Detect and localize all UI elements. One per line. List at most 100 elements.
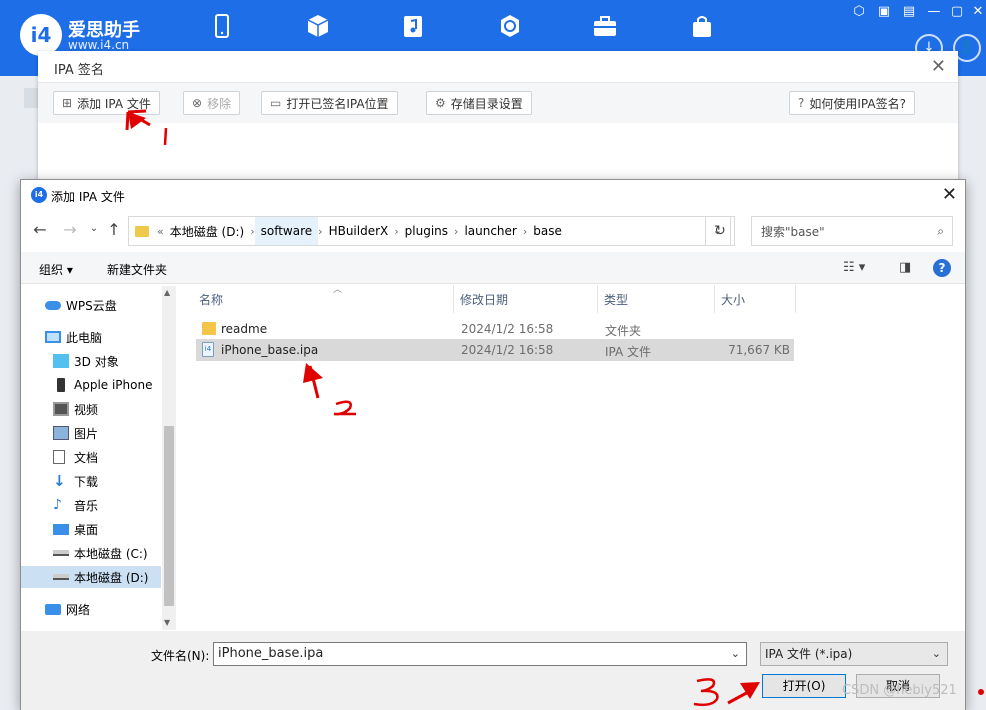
breadcrumb-base[interactable]: base xyxy=(527,217,568,245)
dialog-app-icon: i4 xyxy=(31,187,47,203)
video-icon xyxy=(53,402,69,416)
add-file-icon: ⊞ xyxy=(62,96,73,110)
help-icon[interactable]: ? xyxy=(933,259,951,277)
drive-icon xyxy=(53,550,69,556)
breadcrumb-drive-d[interactable]: 本地磁盘 (D:) xyxy=(164,217,250,245)
desktop-icon xyxy=(53,523,69,535)
ipa-panel-header: IPA 签名 ✕ xyxy=(38,51,958,83)
toolbox-nav-icon[interactable] xyxy=(591,12,619,40)
ipa-panel-close-icon[interactable]: ✕ xyxy=(931,56,946,77)
remove-icon: ⊗ xyxy=(192,96,203,110)
dialog-close-icon[interactable]: ✕ xyxy=(942,184,957,205)
breadcrumb-software[interactable]: software xyxy=(254,217,319,245)
music-nav-icon[interactable] xyxy=(399,12,427,40)
feedback-icon[interactable]: ▣ xyxy=(876,4,892,19)
ipa-sign-panel: IPA 签名 ✕ ⊞ 添加 IPA 文件 ⊗ 移除 ▭ 打开已签名IPA位置 ⚙… xyxy=(38,51,958,185)
nav-item-network[interactable]: 网络 xyxy=(21,598,161,620)
filetype-dropdown-icon: ⌄ xyxy=(931,647,941,660)
nav-item-3d-objects[interactable]: 3D 对象 xyxy=(21,350,161,372)
up-arrow-icon[interactable]: ↑ xyxy=(105,220,123,239)
breadcrumb-hbuilderx[interactable]: HBuilderX xyxy=(323,217,395,245)
skin-icon[interactable]: ⬡ xyxy=(851,4,867,19)
open-file-dialog: i4 添加 IPA 文件 ✕ ← → ⌄ ↑ « 本地磁盘 (D:) › sof… xyxy=(20,179,966,710)
breadcrumb-overflow[interactable]: « xyxy=(157,225,164,238)
remove-button[interactable]: ⊗ 移除 xyxy=(183,91,241,115)
file-date: 2024/1/2 16:58 xyxy=(461,322,554,336)
nav-item-pictures[interactable]: 图片 xyxy=(21,422,161,444)
scroll-down-icon[interactable]: ▼ xyxy=(164,618,170,627)
file-date: 2024/1/2 16:58 xyxy=(461,343,554,357)
breadcrumb-launcher[interactable]: launcher xyxy=(458,217,522,245)
breadcrumb-plugins[interactable]: plugins xyxy=(399,217,454,245)
settings-icon[interactable]: ▤ xyxy=(901,4,917,19)
nav-item-wps-cloud[interactable]: WPS云盘 xyxy=(21,294,161,316)
file-list: 名称 ︿ 修改日期 类型 大小 readme 2024/1/2 16:58 文件… xyxy=(178,285,965,630)
ipa-help-button[interactable]: ? 如何使用IPA签名? xyxy=(789,91,915,115)
file-name: iPhone_base.ipa xyxy=(221,343,319,357)
computer-icon xyxy=(45,331,61,343)
filename-dropdown-icon[interactable]: ⌄ xyxy=(731,643,740,665)
address-row: ← → ⌄ ↑ « 本地磁盘 (D:) › software › HBuilde… xyxy=(21,214,965,248)
filetype-select[interactable]: IPA 文件 (*.ipa) ⌄ xyxy=(760,642,948,666)
nav-item-downloads[interactable]: ↓ 下载 xyxy=(21,470,161,492)
view-options-icon[interactable]: ☷ ▾ xyxy=(843,260,865,275)
download-icon: ↓ xyxy=(53,472,66,490)
refresh-icon[interactable]: ↻ xyxy=(705,216,735,246)
ipa-panel-title: IPA 签名 xyxy=(54,63,104,78)
nav-item-desktop[interactable]: 桌面 xyxy=(21,518,161,540)
preview-pane-icon[interactable]: ◨ xyxy=(899,260,911,275)
folder-icon xyxy=(135,225,149,237)
nav-item-documents[interactable]: 文档 xyxy=(21,446,161,468)
file-type: IPA 文件 xyxy=(605,345,652,359)
scrollbar-thumb[interactable] xyxy=(164,426,174,606)
nav-scrollbar[interactable]: ▲ ▼ xyxy=(162,286,176,630)
back-arrow-icon[interactable]: ← xyxy=(31,220,49,239)
nav-item-videos[interactable]: 视频 xyxy=(21,398,161,420)
filename-label: 文件名(N): xyxy=(151,649,210,663)
document-icon xyxy=(53,450,65,464)
column-header-name[interactable]: 名称 ︿ xyxy=(193,285,454,313)
sync-nav-icon[interactable] xyxy=(496,12,524,40)
nav-item-apple-iphone[interactable]: Apple iPhone xyxy=(21,374,161,396)
dialog-title: 添加 IPA 文件 xyxy=(51,190,125,204)
i4-logo: i4 xyxy=(20,14,62,56)
open-signed-location-button[interactable]: ▭ 打开已签名IPA位置 xyxy=(261,91,398,115)
new-folder-button[interactable]: 新建文件夹 xyxy=(107,261,167,278)
address-bar[interactable]: « 本地磁盘 (D:) › software › HBuilderX › plu… xyxy=(128,216,731,246)
shop-nav-icon[interactable] xyxy=(688,12,716,40)
nav-item-drive-d[interactable]: 本地磁盘 (D:) xyxy=(21,566,161,588)
drive-icon xyxy=(53,574,69,580)
open-button[interactable]: 打开(O) xyxy=(762,674,846,698)
column-header-date[interactable]: 修改日期 xyxy=(454,285,598,313)
sort-ascending-icon: ︿ xyxy=(333,285,343,295)
file-row-readme[interactable]: readme 2024/1/2 16:58 文件夹 xyxy=(196,318,794,340)
nav-item-drive-c[interactable]: 本地磁盘 (C:) xyxy=(21,542,161,564)
close-icon[interactable]: ✕ xyxy=(970,4,986,19)
nav-item-this-pc[interactable]: 此电脑 xyxy=(21,326,161,348)
navigation-pane: WPS云盘 此电脑 3D 对象 Apple iPhone 视频 图片 文档 ↓ xyxy=(21,285,177,630)
phone-nav-icon[interactable] xyxy=(208,12,236,40)
maximize-icon[interactable]: ▢ xyxy=(949,4,965,19)
recent-locations-icon[interactable]: ⌄ xyxy=(85,223,103,234)
nav-item-music[interactable]: ♪ 音乐 xyxy=(21,494,161,516)
forward-arrow-icon[interactable]: → xyxy=(61,220,79,239)
command-bar: 组织 ▾ 新建文件夹 ☷ ▾ ◨ ? xyxy=(21,252,965,284)
scroll-up-icon[interactable]: ▲ xyxy=(164,288,170,297)
column-header-size[interactable]: 大小 xyxy=(715,285,796,313)
cloud-icon xyxy=(45,300,61,310)
organize-menu[interactable]: 组织 ▾ xyxy=(39,261,73,278)
file-row-iphone-base-ipa[interactable]: i4 iPhone_base.ipa 2024/1/2 16:58 IPA 文件… xyxy=(196,339,794,361)
annotation-dot xyxy=(978,689,984,695)
minimize-icon[interactable]: — xyxy=(926,4,942,19)
column-header-type[interactable]: 类型 xyxy=(598,285,715,313)
watermark: CSDN @hebiy521 xyxy=(842,683,957,698)
network-icon xyxy=(45,603,61,615)
filename-field[interactable]: iPhone_base.ipa ⌄ xyxy=(213,642,747,666)
apps-cube-nav-icon[interactable] xyxy=(304,12,332,40)
search-icon: ⌕ xyxy=(937,224,944,238)
search-input[interactable]: 搜索"base" ⌕ xyxy=(751,216,953,246)
question-icon: ? xyxy=(798,96,805,110)
storage-settings-button[interactable]: ⚙ 存储目录设置 xyxy=(426,91,532,115)
add-ipa-button[interactable]: ⊞ 添加 IPA 文件 xyxy=(53,91,160,115)
background-sidebar xyxy=(24,88,38,108)
